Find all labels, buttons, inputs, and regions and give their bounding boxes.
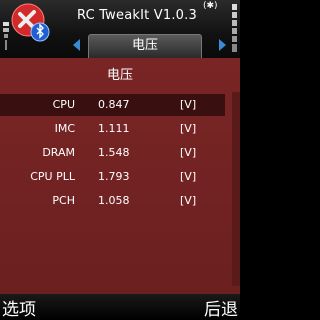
status-bar: RC TweakIt V1.0.3 (✱) 电压 — [0, 0, 240, 58]
page-title: 电压 — [106, 68, 133, 83]
tab-voltage[interactable]: 电压 — [88, 34, 202, 58]
row-unit: [V] — [180, 146, 197, 159]
list-item-pch[interactable]: PCH 1.058 [V] — [0, 190, 225, 212]
row-value: 1.111 — [98, 122, 130, 135]
row-unit: [V] — [180, 194, 197, 207]
row-value: 0.847 — [98, 98, 130, 111]
row-value: 1.058 — [98, 194, 130, 207]
app-logo-icon — [10, 2, 50, 42]
row-unit: [V] — [180, 122, 197, 135]
row-label: CPU PLL — [30, 170, 75, 183]
row-value: 1.548 — [98, 146, 130, 159]
row-label: PCH — [52, 194, 75, 207]
options-softkey[interactable]: 选项 — [2, 295, 36, 320]
row-value: 1.793 — [98, 170, 130, 183]
list-item-imc[interactable]: IMC 1.111 [V] — [0, 118, 225, 140]
list-item-cpu-pll[interactable]: CPU PLL 1.793 [V] — [0, 166, 225, 188]
list-item-cpu[interactable]: CPU 0.847 [V] — [0, 94, 225, 116]
row-label: IMC — [54, 122, 75, 135]
row-unit: [V] — [180, 98, 197, 111]
back-softkey[interactable]: 后退 — [204, 295, 238, 320]
main-content: 电压 CPU 0.847 [V] IMC 1.111 [V] DRAM 1.54… — [0, 58, 240, 294]
tab-next-arrow-icon[interactable] — [219, 39, 226, 51]
row-unit: [V] — [180, 170, 197, 183]
softkey-bar: 选项 后退 — [0, 294, 240, 320]
tab-previous-arrow-icon[interactable] — [73, 39, 80, 51]
tab-bar: 电压 — [68, 34, 240, 58]
bluetooth-status-indicator: (✱) — [203, 1, 218, 11]
app-title: RC TweakIt V1.0.3 — [77, 8, 197, 23]
scrollbar[interactable] — [232, 92, 240, 286]
row-label: DRAM — [42, 146, 75, 159]
phone-screen: RC TweakIt V1.0.3 (✱) 电压 电压 CPU 0.847 [V… — [0, 0, 240, 320]
row-label: CPU — [52, 98, 75, 111]
signal-strength-icon — [3, 22, 9, 50]
list-item-dram[interactable]: DRAM 1.548 [V] — [0, 142, 225, 164]
